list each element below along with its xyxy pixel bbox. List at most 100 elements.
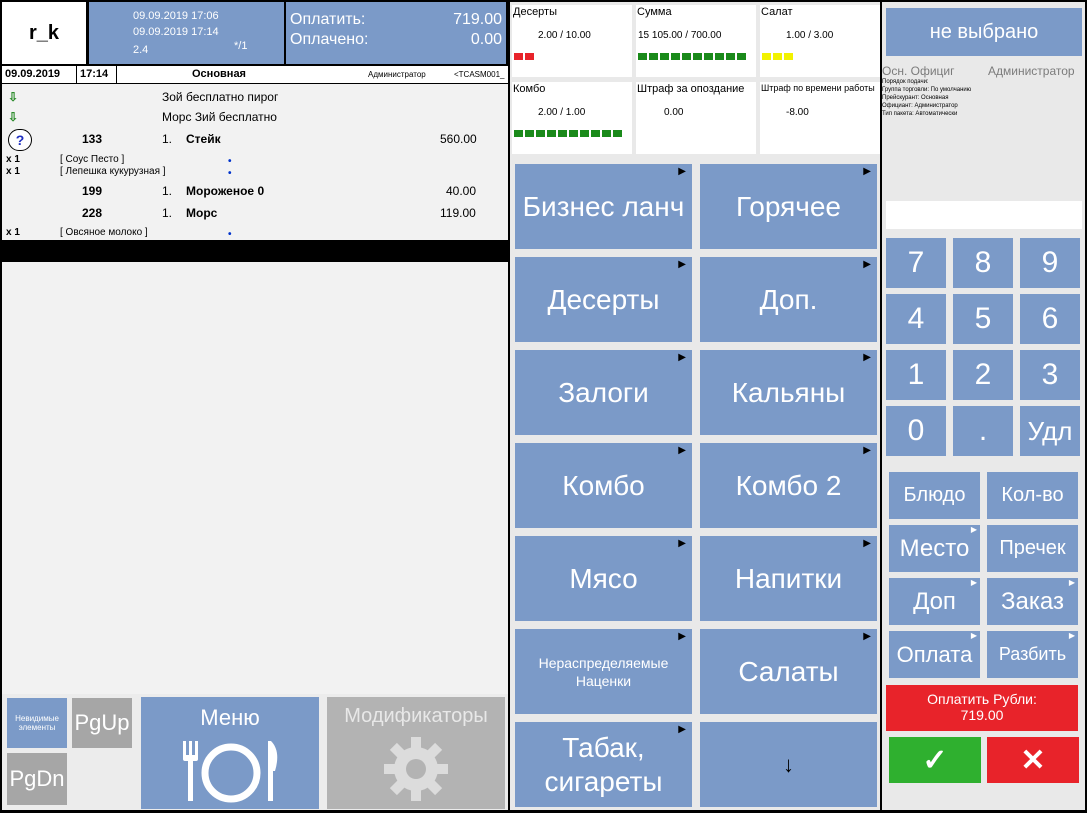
confirm-button[interactable]: ✓ bbox=[889, 737, 981, 783]
action-label: Разбить bbox=[998, 644, 1067, 664]
action-button[interactable]: Пречек bbox=[987, 525, 1078, 572]
category-button[interactable]: Залоги ▶ bbox=[515, 350, 692, 435]
stat-value: 15 105.00 / 700.00 bbox=[638, 30, 722, 41]
keypad-key[interactable]: 8 bbox=[953, 238, 1013, 288]
submenu-arrow-icon: ▶ bbox=[970, 631, 977, 640]
category-label: Напитки bbox=[734, 562, 843, 594]
keypad-key[interactable]: 5 bbox=[953, 294, 1013, 344]
keypad-key[interactable]: 4 bbox=[886, 294, 946, 344]
stat-title: Штраф за опоздание bbox=[637, 83, 745, 95]
keypad-key[interactable]: 6 bbox=[1020, 294, 1080, 344]
category-button[interactable]: Десерты ▶ bbox=[515, 257, 692, 342]
submenu-arrow-icon: ▶ bbox=[678, 724, 686, 735]
category-button[interactable]: Горячее ▶ bbox=[700, 164, 877, 249]
action-label: Доп bbox=[913, 587, 956, 615]
keypad-key[interactable]: 9 bbox=[1020, 238, 1080, 288]
numeric-input[interactable] bbox=[886, 201, 1082, 229]
category-button[interactable]: Табак, сигареты ▶ bbox=[515, 722, 692, 807]
modifiers-button[interactable]: Модификаторы bbox=[327, 697, 505, 809]
action-button[interactable]: Разбить ▶ bbox=[987, 631, 1078, 678]
submenu-arrow-icon: ▶ bbox=[678, 352, 686, 363]
to-pay-value: 719.00 bbox=[453, 11, 502, 28]
action-label: Блюдо bbox=[903, 484, 966, 506]
category-button[interactable]: Комбо ▶ bbox=[515, 443, 692, 528]
stat-value: 0.00 bbox=[664, 107, 684, 118]
free-promo-line[interactable]: ⇩ Морс Зий бесплатно bbox=[2, 110, 508, 130]
category-button[interactable]: Салаты ▶ bbox=[700, 629, 877, 714]
timestamp-panel: 09.09.2019 17:06 09.09.2019 17:14 2.4 */… bbox=[89, 2, 284, 64]
order-panel[interactable]: 09.09.2019 17:14 Основная Администратор … bbox=[2, 66, 508, 694]
submenu-arrow-icon: ▶ bbox=[678, 259, 686, 270]
cancel-button[interactable]: ✕ bbox=[987, 737, 1079, 783]
order-menu: Основная bbox=[192, 68, 246, 80]
keypad-key[interactable]: 1 bbox=[886, 350, 946, 400]
order-item-row[interactable]: 228 1. Морс 119.00 bbox=[2, 206, 508, 226]
stat-widget: Десерты 2.00 / 10.00 bbox=[512, 5, 632, 77]
free-promo-line[interactable]: ⇩ Зой бесплатно пирог bbox=[2, 90, 508, 110]
not-selected-button[interactable]: не выбрано bbox=[886, 8, 1082, 56]
keypad-key[interactable]: Удл bbox=[1020, 406, 1080, 456]
action-label: Пречек bbox=[999, 537, 1066, 559]
category-button[interactable]: Нераспределяемые Наценки ▶ bbox=[515, 629, 692, 714]
order-item-row[interactable]: 199 1. Мороженое 0 40.00 bbox=[2, 184, 508, 204]
category-button[interactable]: Доп. ▶ bbox=[700, 257, 877, 342]
action-button[interactable]: Оплата ▶ bbox=[889, 631, 980, 678]
question-icon[interactable]: ? bbox=[8, 129, 32, 151]
order-separator-bar bbox=[2, 240, 508, 262]
category-button[interactable]: Мясо ▶ bbox=[515, 536, 692, 621]
modifier-row[interactable]: x 1 [ Лепешка кукурузная ] • bbox=[2, 166, 508, 179]
item-qty: 1. bbox=[162, 132, 173, 146]
category-label: Кальяны bbox=[731, 376, 846, 408]
item-price: 40.00 bbox=[446, 184, 477, 198]
stat-level-bars bbox=[514, 130, 622, 137]
stat-level-bars bbox=[514, 53, 534, 60]
page-down-button[interactable]: PgDn bbox=[7, 753, 67, 805]
stat-title: Штраф по времени работы bbox=[761, 83, 875, 93]
modifier-row[interactable]: x 1 [ Соус Песто ] • bbox=[2, 154, 508, 167]
category-label: Нераспределяемые Наценки bbox=[538, 654, 669, 689]
submenu-arrow-icon: ▶ bbox=[863, 166, 871, 177]
submenu-arrow-icon: ▶ bbox=[678, 538, 686, 549]
modifier-row[interactable]: x 1 [ Овсяное молоко ] • bbox=[2, 227, 508, 240]
action-button[interactable]: Место ▶ bbox=[889, 525, 980, 572]
action-button[interactable]: Доп ▶ bbox=[889, 578, 980, 625]
submenu-arrow-icon: ▶ bbox=[863, 631, 871, 642]
item-code: 228 bbox=[82, 206, 103, 220]
page-up-button[interactable]: PgUp bbox=[72, 698, 132, 748]
app-logo: r_k bbox=[2, 2, 86, 64]
keypad-key[interactable]: 2 bbox=[953, 350, 1013, 400]
stat-widget: Сумма 15 105.00 / 700.00 bbox=[636, 5, 756, 77]
category-button[interactable]: ↓ bbox=[700, 722, 877, 807]
keypad-key[interactable]: 0 bbox=[886, 406, 946, 456]
category-label: Горячее bbox=[735, 190, 841, 222]
keypad-key[interactable]: . bbox=[953, 406, 1013, 456]
paid-label: Оплачено: bbox=[290, 31, 369, 48]
arrow-down-icon: ⇩ bbox=[8, 90, 19, 104]
modifier-name: [ Соус Песто ] bbox=[60, 154, 125, 165]
submenu-arrow-icon: ▶ bbox=[1068, 631, 1075, 640]
keypad-key[interactable]: 3 bbox=[1020, 350, 1080, 400]
action-button[interactable]: Блюдо bbox=[889, 472, 980, 519]
pay-rubles-button[interactable]: Оплатить Рубли: 719.00 bbox=[886, 685, 1078, 731]
category-button[interactable]: Бизнес ланч ▶ bbox=[515, 164, 692, 249]
order-item-row[interactable]: ? 133 1. Стейк 560.00 bbox=[2, 129, 508, 152]
submenu-arrow-icon: ▶ bbox=[678, 166, 686, 177]
keypad-key[interactable]: 7 bbox=[886, 238, 946, 288]
promo-text: Зой бесплатно пирог bbox=[162, 90, 279, 104]
action-button[interactable]: Заказ ▶ bbox=[987, 578, 1078, 625]
submenu-arrow-icon: ▶ bbox=[970, 578, 977, 587]
action-label: Кол-во bbox=[1001, 484, 1064, 506]
item-price: 119.00 bbox=[440, 206, 476, 220]
invisible-elements-button[interactable]: Невидимые элементы bbox=[7, 698, 67, 748]
item-name: Стейк bbox=[186, 132, 221, 146]
category-button[interactable]: Кальяны ▶ bbox=[700, 350, 877, 435]
action-button[interactable]: Кол-во bbox=[987, 472, 1078, 519]
menu-button[interactable]: Меню bbox=[141, 697, 319, 809]
category-button[interactable]: Напитки ▶ bbox=[700, 536, 877, 621]
order-station: <TCASM001_ bbox=[454, 70, 505, 79]
close-icon: ✕ bbox=[1020, 743, 1046, 777]
category-label: Салаты bbox=[738, 655, 839, 687]
stat-widget: Штраф по времени работы -8.00 bbox=[760, 82, 880, 154]
category-button[interactable]: Комбо 2 ▶ bbox=[700, 443, 877, 528]
pay-rubles-label: Оплатить Рубли: bbox=[927, 691, 1037, 707]
